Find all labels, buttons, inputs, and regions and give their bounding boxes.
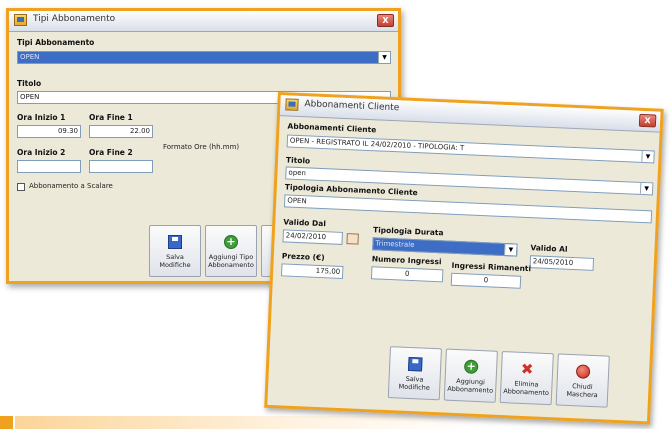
elimina-abbonamento-button[interactable]: ✖ Elimina Abbonamento (499, 351, 554, 406)
chiudi-maschera-button[interactable]: Chiudi Maschera (555, 353, 610, 408)
calendar-icon[interactable] (346, 233, 359, 245)
tipologia-durata-select[interactable]: Trimestrale ▼ (372, 237, 518, 257)
aggiungi-tipo-button[interactable]: + Aggiungi Tipo Abbonamento (205, 225, 257, 277)
titolo-label: Titolo (17, 79, 42, 88)
abbonamento-scalare-label: Abbonamento a Scalare (29, 182, 113, 190)
valido-dal-label: Valido Dal (283, 217, 327, 229)
tipologia-abbonamento-input[interactable]: OPEN (283, 194, 653, 224)
ora-fine-2-label: Ora Fine 2 (89, 148, 133, 157)
ingressi-rimanenti-input: 0 (450, 272, 522, 289)
ora-fine-1-input[interactable]: 22.00 (89, 125, 153, 138)
ora-fine-1-label: Ora Fine 1 (89, 113, 133, 122)
ingressi-rimanenti-label: Ingressi Rimanenti (451, 260, 532, 274)
chiudi-maschera-caption: Chiudi Maschera (566, 382, 598, 400)
aggiungi-tipo-caption: Aggiungi Tipo Abbonamento (208, 253, 254, 269)
titlebar: Tipi Abbonamento X (9, 11, 398, 32)
prezzo-input[interactable]: 175,00 (280, 263, 344, 280)
chevron-down-icon[interactable]: ▼ (378, 52, 390, 63)
salva-modifiche-caption: Salva Modifiche (398, 374, 431, 392)
window-abbonamenti-cliente: Abbonamenti Cliente X Abbonamenti Client… (264, 92, 664, 425)
window-icon (14, 14, 27, 26)
tipi-abbonamento-select[interactable]: OPEN ▼ (17, 51, 391, 64)
abbonamenti-cliente-value: OPEN - REGISTRATO IL 24/02/2010 - TIPOLO… (289, 136, 465, 153)
valido-dal-input[interactable]: 24/02/2010 (282, 229, 343, 245)
aggiungi-abbonamento-button[interactable]: + Aggiungi Abbonamento (443, 348, 498, 403)
elimina-abbonamento-caption: Elimina Abbonamento (503, 379, 550, 398)
delete-icon: ✖ (520, 359, 534, 379)
save-icon (407, 356, 423, 372)
ora-inizio-1-input[interactable]: 09.30 (17, 125, 81, 138)
salva-modifiche-caption: Salva Modifiche (159, 253, 191, 269)
tipi-abbonamento-label: Tipi Abbonamento (17, 38, 95, 47)
ora-fine-2-input[interactable] (89, 160, 153, 173)
abbonamenti-cliente-select[interactable]: OPEN - REGISTRATO IL 24/02/2010 - TIPOLO… (286, 134, 655, 164)
window-title: Tipi Abbonamento (33, 14, 116, 24)
add-icon: + (224, 235, 238, 249)
close-icon (575, 364, 591, 379)
titolo-value: open (288, 168, 307, 178)
salva-modifiche-button[interactable]: Salva Modifiche (149, 225, 201, 277)
decorative-gradient-bar (15, 416, 485, 429)
close-window-button[interactable]: X (638, 113, 657, 128)
tipi-abbonamento-value: OPEN (20, 53, 40, 61)
tipologia-durata-value: Trimestrale (375, 239, 415, 250)
window-title: Abbonamenti Cliente (304, 99, 400, 114)
window-icon (285, 98, 299, 111)
numero-ingressi-label: Numero Ingressi (371, 254, 442, 267)
salva-modifiche-button[interactable]: Salva Modifiche (387, 346, 442, 401)
chevron-down-icon[interactable]: ▼ (639, 182, 653, 195)
decorative-orange-square (0, 416, 13, 429)
chevron-down-icon[interactable]: ▼ (641, 150, 654, 163)
numero-ingressi-input[interactable]: 0 (370, 266, 444, 283)
ora-inizio-2-label: Ora Inizio 2 (17, 148, 66, 157)
ora-inizio-1-label: Ora Inizio 1 (17, 113, 66, 122)
prezzo-label: Prezzo (€) (281, 251, 325, 263)
titolo-label: Titolo (285, 155, 311, 166)
close-window-button[interactable]: X (377, 14, 394, 27)
add-icon: + (463, 359, 479, 374)
valido-al-input[interactable]: 24/05/2010 (529, 255, 595, 271)
abbonamento-scalare-checkbox[interactable] (17, 183, 25, 191)
formato-ore-label: Formato Ore (hh.mm) (163, 143, 240, 151)
aggiungi-abbonamento-caption: Aggiungi Abbonamento (447, 377, 494, 395)
ora-inizio-2-input[interactable] (17, 160, 81, 173)
tipologia-durata-label: Tipologia Durata (372, 225, 444, 238)
valido-al-label: Valido Al (530, 243, 568, 254)
abbonamenti-cliente-label: Abbonamenti Cliente (287, 121, 377, 135)
chevron-down-icon[interactable]: ▼ (504, 244, 517, 256)
save-icon (168, 235, 182, 249)
